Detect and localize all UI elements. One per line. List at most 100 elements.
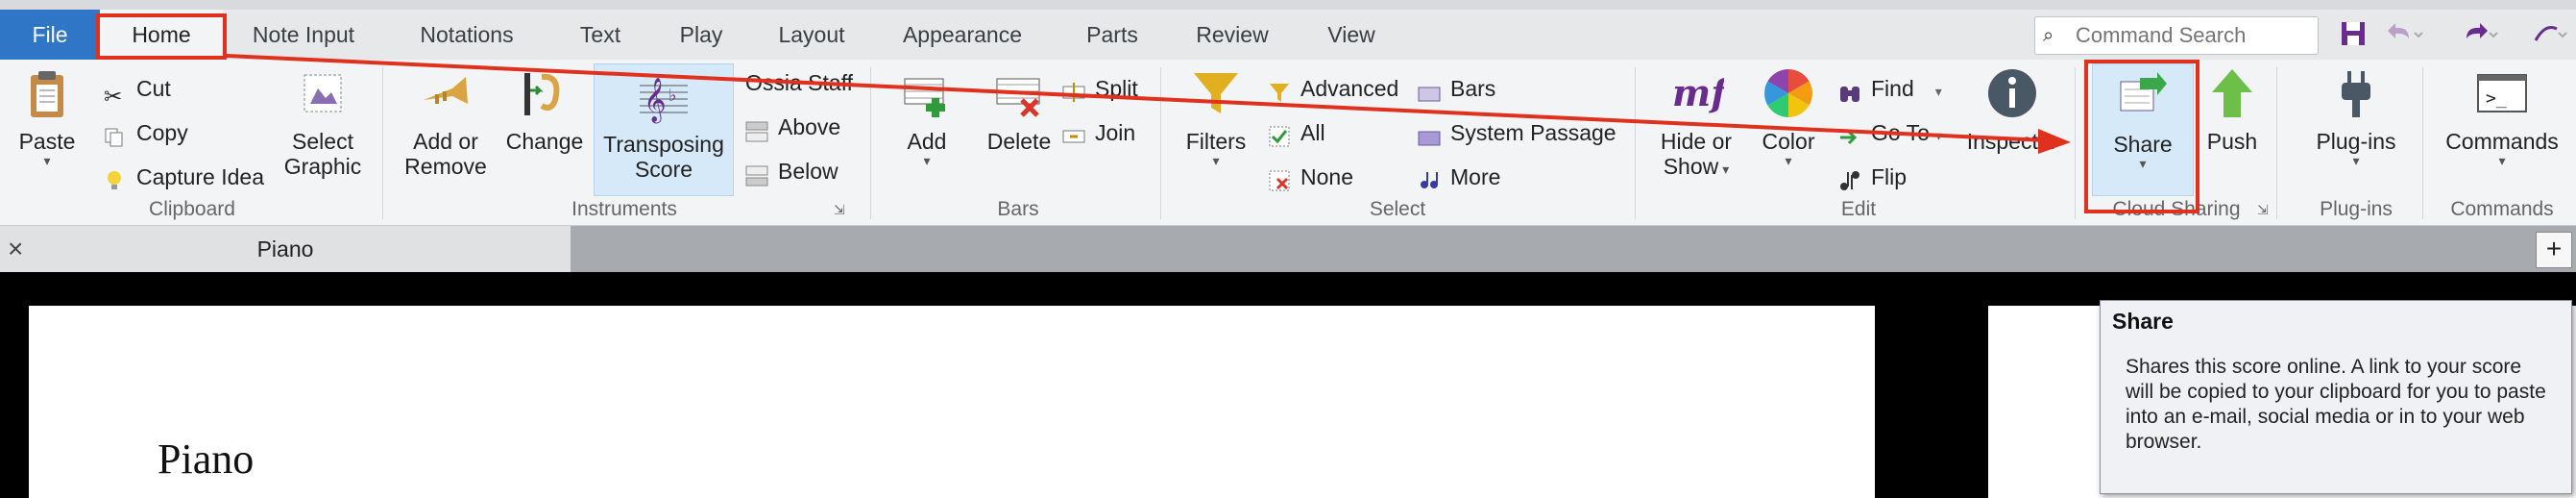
tab-note-input[interactable]: Note Input	[238, 10, 369, 60]
copy-label: Copy	[136, 120, 188, 145]
tab-view[interactable]: View	[1318, 10, 1385, 60]
group-separator	[382, 67, 383, 219]
assistant-icon[interactable]	[2532, 19, 2570, 50]
plugins-button[interactable]: Plug-ins ▾	[2303, 65, 2409, 167]
select-all-button[interactable]: All	[1268, 115, 1325, 150]
tab-layout[interactable]: Layout	[768, 10, 855, 60]
group-separator	[1635, 67, 1636, 219]
hide-or-show-button[interactable]: mf Hide or Show ▾	[1650, 65, 1742, 179]
delete-label: Delete	[986, 129, 1052, 154]
document-tab[interactable]: × Piano	[0, 226, 571, 272]
select-none-button[interactable]: None	[1268, 160, 1353, 194]
select-none-icon	[1268, 167, 1291, 191]
add-or-remove-button[interactable]: Add or Remove	[398, 65, 494, 179]
instruments-dialog-launcher-icon[interactable]: ⇲	[834, 202, 845, 218]
tab-text[interactable]: Text	[567, 10, 634, 60]
plug-icon	[2342, 71, 2370, 117]
select-bars-button[interactable]: Bars	[1418, 71, 1495, 106]
transposing-score-button[interactable]: 𝄞 ♭ Transposing Score	[594, 63, 734, 196]
push-button[interactable]: Push	[2199, 65, 2265, 154]
window-top-strip	[0, 0, 2576, 10]
annotation-box-share	[2084, 60, 2199, 213]
hide-or-show-label-2: Show	[1663, 154, 1719, 179]
tab-appearance[interactable]: Appearance	[895, 10, 1030, 60]
group-separator	[870, 67, 871, 219]
search-icon: ⌕	[2043, 25, 2054, 46]
ossia-staff-text: Ossia Staff	[745, 70, 854, 95]
select-graphic-button[interactable]: Select Graphic	[277, 65, 369, 179]
select-advanced-button[interactable]: Advanced	[1268, 71, 1398, 106]
delete-bar-icon	[996, 78, 1040, 117]
share-tooltip: Share Shares this score online. A link t…	[2100, 300, 2572, 494]
join-bar-button[interactable]: Join	[1062, 115, 1135, 150]
ossia-below-button[interactable]: Below	[745, 154, 838, 188]
inspector-button[interactable]: Inspector	[1959, 65, 2065, 154]
paste-label: Paste	[18, 129, 76, 154]
tooltip-title: Share	[2112, 309, 2174, 334]
tab-notations[interactable]: Notations	[403, 10, 530, 60]
undo-icon[interactable]	[2382, 19, 2424, 50]
more-label: More	[1450, 164, 1501, 189]
join-icon	[1062, 123, 1085, 146]
change-instrument-button[interactable]: Change	[501, 65, 588, 154]
select-graphic-icon	[304, 74, 342, 112]
split-icon	[1062, 79, 1085, 102]
find-button[interactable]: Find ▾	[1838, 71, 1942, 106]
group-label-bars: Bars	[997, 198, 1039, 220]
ossia-above-button[interactable]: Above	[745, 110, 840, 144]
select-all-icon	[1268, 123, 1291, 147]
svg-text:♭: ♭	[668, 86, 677, 106]
trumpet-icon	[424, 77, 468, 104]
tab-play[interactable]: Play	[670, 10, 732, 60]
document-tab-strip: × Piano +	[0, 226, 2576, 272]
scissors-icon: ✂	[104, 83, 123, 109]
plus-icon: +	[2545, 234, 2563, 263]
tab-review[interactable]: Review	[1189, 10, 1276, 60]
color-wheel-icon	[1764, 69, 1812, 117]
select-more-button[interactable]: More	[1418, 160, 1500, 194]
score-title[interactable]: Piano	[158, 435, 254, 484]
cloud-sharing-dialog-launcher-icon[interactable]: ⇲	[2257, 202, 2269, 218]
redo-icon[interactable]	[2459, 19, 2501, 50]
command-search[interactable]: ⌕	[2034, 16, 2319, 55]
below-label: Below	[778, 159, 838, 184]
cut-button[interactable]: ✂ Cut	[104, 71, 171, 109]
plugins-label: Plug-ins	[2316, 129, 2396, 154]
score-page[interactable]	[29, 306, 1875, 498]
tab-parts[interactable]: Parts	[1074, 10, 1151, 60]
select-system-passage-button[interactable]: System Passage	[1418, 115, 1616, 150]
go-to-arrow-icon	[1838, 123, 1861, 146]
commands-label: Commands	[2445, 129, 2559, 154]
paste-button[interactable]: Paste ▾	[13, 65, 81, 167]
commands-button[interactable]: >_ Commands ▾	[2440, 65, 2564, 167]
tooltip-body: Shares this score online. A link to your…	[2126, 356, 2546, 453]
tab-file[interactable]: File	[0, 10, 100, 60]
chevron-down-icon: ▾	[1212, 153, 1220, 168]
chevron-down-icon: ▾	[2498, 153, 2506, 168]
delete-bars-button[interactable]: Delete	[976, 65, 1062, 154]
flip-icon	[1838, 167, 1861, 190]
color-button[interactable]: Color ▾	[1750, 65, 1827, 167]
treble-clef-icon: 𝄞 ♭	[640, 78, 688, 124]
capture-idea-button[interactable]: Capture Idea	[104, 160, 264, 194]
hide-or-show-label-1: Hide or	[1660, 129, 1733, 154]
add-bars-button[interactable]: Add ▾	[891, 65, 962, 167]
new-tab-button[interactable]: +	[2536, 232, 2572, 268]
above-label: Above	[778, 114, 841, 139]
group-separator	[1160, 67, 1161, 219]
lightbulb-icon	[104, 167, 127, 190]
push-arrow-icon	[2212, 69, 2252, 117]
chevron-down-icon: ▾	[1785, 153, 1792, 168]
filters-button[interactable]: Filters ▾	[1178, 65, 1254, 167]
copy-button[interactable]: Copy	[104, 115, 188, 150]
terminal-icon: >_	[2477, 74, 2527, 112]
split-bar-button[interactable]: Split	[1062, 71, 1138, 106]
go-to-button[interactable]: Go To ▾	[1838, 115, 1942, 150]
save-icon[interactable]	[2340, 19, 2367, 50]
flip-button[interactable]: Flip	[1838, 160, 1907, 194]
bars-select-icon	[1418, 79, 1441, 102]
cut-label: Cut	[136, 76, 171, 101]
paste-icon	[31, 71, 63, 117]
binoculars-icon	[1838, 79, 1861, 102]
command-search-input[interactable]	[2074, 21, 2313, 50]
